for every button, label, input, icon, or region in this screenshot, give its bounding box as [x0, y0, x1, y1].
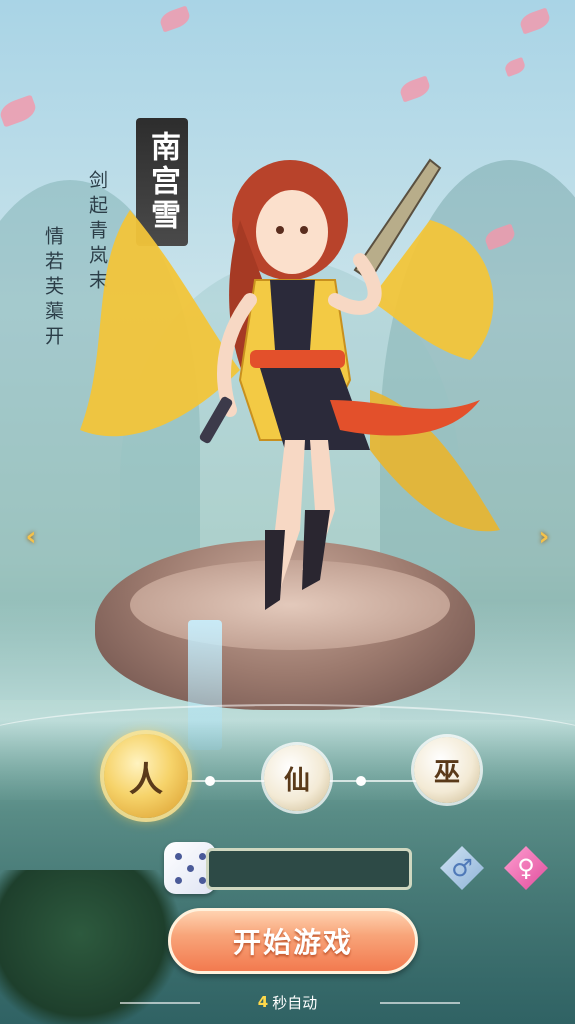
race-immortal-label: 仙 [283, 765, 310, 796]
dice-pip [174, 852, 182, 860]
previous-character-arrow[interactable]: ‹ [14, 520, 48, 554]
petal-decoration [503, 57, 527, 77]
petal-decoration [397, 75, 433, 103]
countdown-seconds: 4 [257, 993, 269, 1011]
dice-pip [174, 876, 182, 884]
male-icon: ♂ [451, 854, 473, 882]
petal-decoration [157, 5, 193, 33]
scarf-left [80, 210, 240, 437]
character-boot [265, 530, 285, 610]
character-boot [302, 510, 330, 590]
dice-pip [198, 876, 206, 884]
race-human-button[interactable]: 人 [104, 734, 188, 818]
character-sash [250, 350, 345, 368]
auto-start-countdown: 4 秒自动 [0, 990, 575, 1014]
character-name-input[interactable] [206, 848, 412, 890]
character-poem-line-2: 情若芙蕖开 [42, 226, 64, 351]
race-shaman-button[interactable]: 巫 [414, 737, 480, 803]
race-connector-dot [205, 776, 215, 786]
chevron-right-icon: › [538, 522, 550, 552]
race-connector-dot [356, 776, 366, 786]
race-shaman-label: 巫 [433, 757, 460, 788]
race-human-label: 人 [129, 759, 163, 800]
female-icon: ♀ [517, 854, 535, 882]
dice-pip [198, 852, 206, 860]
petal-decoration [0, 94, 39, 128]
race-immortal-button[interactable]: 仙 [264, 745, 330, 811]
next-character-arrow[interactable]: › [527, 520, 561, 554]
character-face [256, 190, 328, 274]
dice-pip [186, 864, 194, 872]
countdown-text: 秒自动 [272, 993, 318, 1012]
game-scene: 南宫雪 剑起青岚末 情若芙蕖开 ‹ › 人 仙 巫 ♂ ♀ 开始游戏 4 秒自动 [0, 0, 575, 1024]
character-tassel [330, 400, 480, 436]
start-game-label: 开始游戏 [232, 926, 353, 959]
character-illustration[interactable] [70, 150, 510, 650]
petal-decoration [517, 7, 553, 35]
chevron-left-icon: ‹ [25, 522, 37, 552]
start-game-button[interactable]: 开始游戏 [168, 908, 418, 974]
